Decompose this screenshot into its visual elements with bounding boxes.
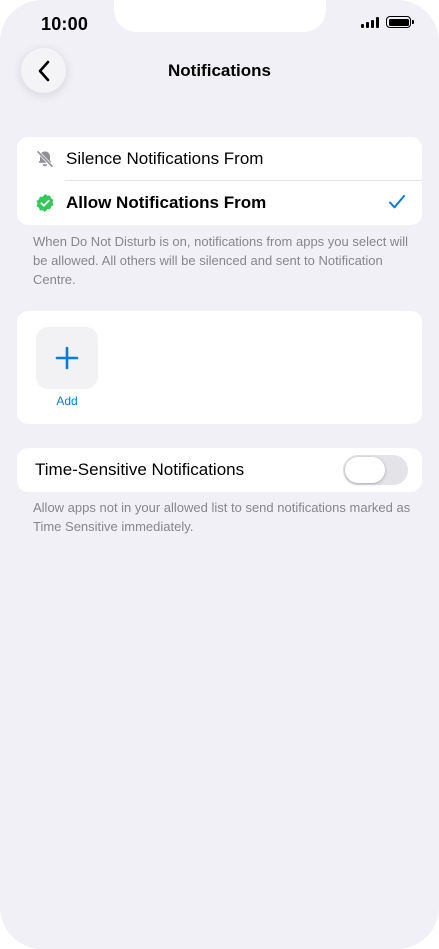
option-allow-notifications[interactable]: Allow Notifications From <box>17 181 422 225</box>
checkmark-icon <box>388 193 406 216</box>
time-sensitive-card: Time-Sensitive Notifications <box>17 448 422 492</box>
notch <box>114 0 326 32</box>
option-label: Allow Notifications From <box>66 193 267 212</box>
option-silence-notifications[interactable]: Silence Notifications From <box>17 137 422 181</box>
toggle-knob <box>345 457 385 483</box>
page-title: Notifications <box>168 61 271 80</box>
allowed-apps-card: Add <box>17 311 422 424</box>
add-app-button[interactable] <box>36 327 98 389</box>
mode-options-card: Silence Notifications From Allow Notific… <box>17 137 422 225</box>
time-sensitive-label: Time-Sensitive Notifications <box>35 460 245 479</box>
checkmark-badge-icon <box>35 193 55 213</box>
add-label[interactable]: Add <box>36 394 98 408</box>
time-sensitive-toggle[interactable] <box>343 455 408 485</box>
signal-icon <box>361 16 379 28</box>
status-icons <box>361 16 414 28</box>
option-label: Silence Notifications From <box>66 149 264 168</box>
time-sensitive-footnote: Allow apps not in your allowed list to s… <box>33 500 411 534</box>
status-time: 10:00 <box>41 14 89 34</box>
bell-slash-icon <box>35 149 55 169</box>
plus-icon <box>55 346 79 370</box>
mode-footnote: When Do Not Disturb is on, notifications… <box>33 234 408 287</box>
time-sensitive-row: Time-Sensitive Notifications <box>17 448 422 492</box>
battery-icon <box>386 16 414 28</box>
phone-screen: 10:00 Notifications Silence Notification… <box>0 0 439 949</box>
